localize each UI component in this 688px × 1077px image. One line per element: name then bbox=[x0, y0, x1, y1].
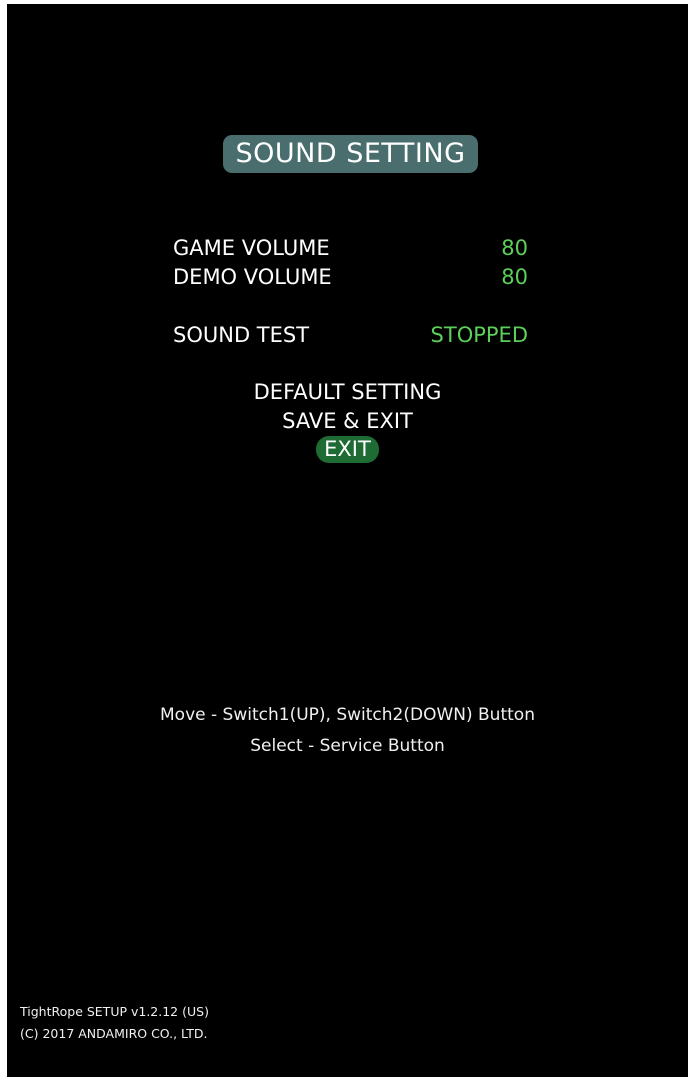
select-instructions: Select - Service Button bbox=[250, 736, 445, 756]
demo-volume-value[interactable]: 80 bbox=[501, 264, 528, 290]
exit-option[interactable]: EXIT bbox=[316, 436, 379, 463]
demo-volume-label[interactable]: DEMO VOLUME bbox=[173, 264, 332, 290]
exit-option-row: EXIT bbox=[7, 436, 688, 463]
setup-screen: SOUND SETTING GAME VOLUME 80 DEMO VOLUME… bbox=[7, 4, 688, 1077]
copyright-text: (C) 2017 ANDAMIRO CO., LTD. bbox=[20, 1026, 208, 1041]
game-volume-label[interactable]: GAME VOLUME bbox=[173, 235, 330, 261]
default-setting-option[interactable]: DEFAULT SETTING bbox=[7, 379, 688, 405]
game-volume-value[interactable]: 80 bbox=[501, 235, 528, 261]
page-title: SOUND SETTING bbox=[223, 135, 478, 173]
version-text: TightRope SETUP v1.2.12 (US) bbox=[20, 1004, 209, 1019]
sound-test-label[interactable]: SOUND TEST bbox=[173, 322, 309, 348]
move-instructions: Move - Switch1(UP), Switch2(DOWN) Button bbox=[160, 705, 535, 725]
save-exit-option[interactable]: SAVE & EXIT bbox=[7, 408, 688, 434]
sound-test-value[interactable]: STOPPED bbox=[431, 322, 528, 348]
